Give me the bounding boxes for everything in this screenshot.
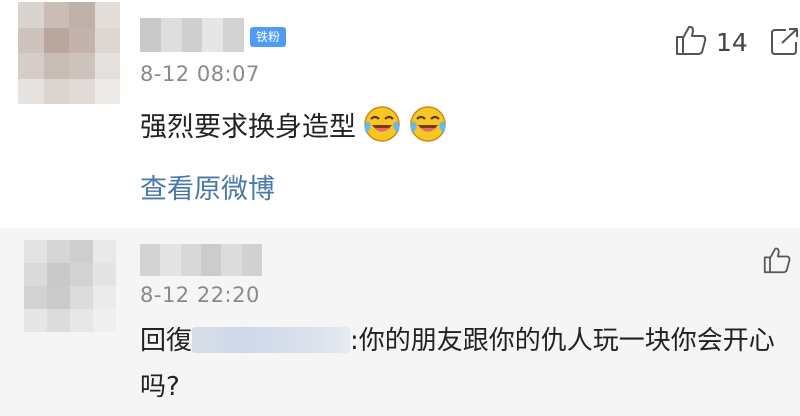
avatar[interactable]: [18, 2, 120, 104]
thumbs-up-icon: [674, 24, 708, 60]
avatar[interactable]: [24, 240, 116, 332]
reply-card: 8-12 22:20 回復:你的朋友跟你的仇人玩一块你会开心吗?: [0, 228, 800, 416]
blurred-username[interactable]: [140, 18, 244, 52]
reply-body: 回復:你的朋友跟你的仇人玩一块你会开心吗?: [140, 318, 780, 410]
comment-time: 8-12 08:07: [140, 62, 260, 86]
like-button[interactable]: 14: [674, 24, 748, 60]
comment-body: 强烈要求换身造型: [140, 104, 448, 144]
crying-laugh-emoji-icon: [362, 104, 402, 144]
view-original-weibo-link[interactable]: 查看原微博: [140, 167, 275, 206]
comment-text: 强烈要求换身造型: [140, 111, 356, 143]
share-icon[interactable]: [770, 26, 798, 60]
blurred-mention[interactable]: [192, 327, 351, 353]
crying-laugh-emoji-icon: [408, 104, 448, 144]
reply-time: 8-12 22:20: [140, 283, 260, 307]
reply-prefix: 回復: [140, 326, 193, 356]
like-count: 14: [716, 27, 748, 57]
blurred-username[interactable]: [140, 244, 262, 276]
fan-badge: 铁粉: [250, 27, 286, 47]
thumbs-up-icon[interactable]: [762, 246, 792, 278]
comment-card: 铁粉 8-12 08:07 强烈要求换身造型 查看原微博 14: [0, 0, 800, 228]
